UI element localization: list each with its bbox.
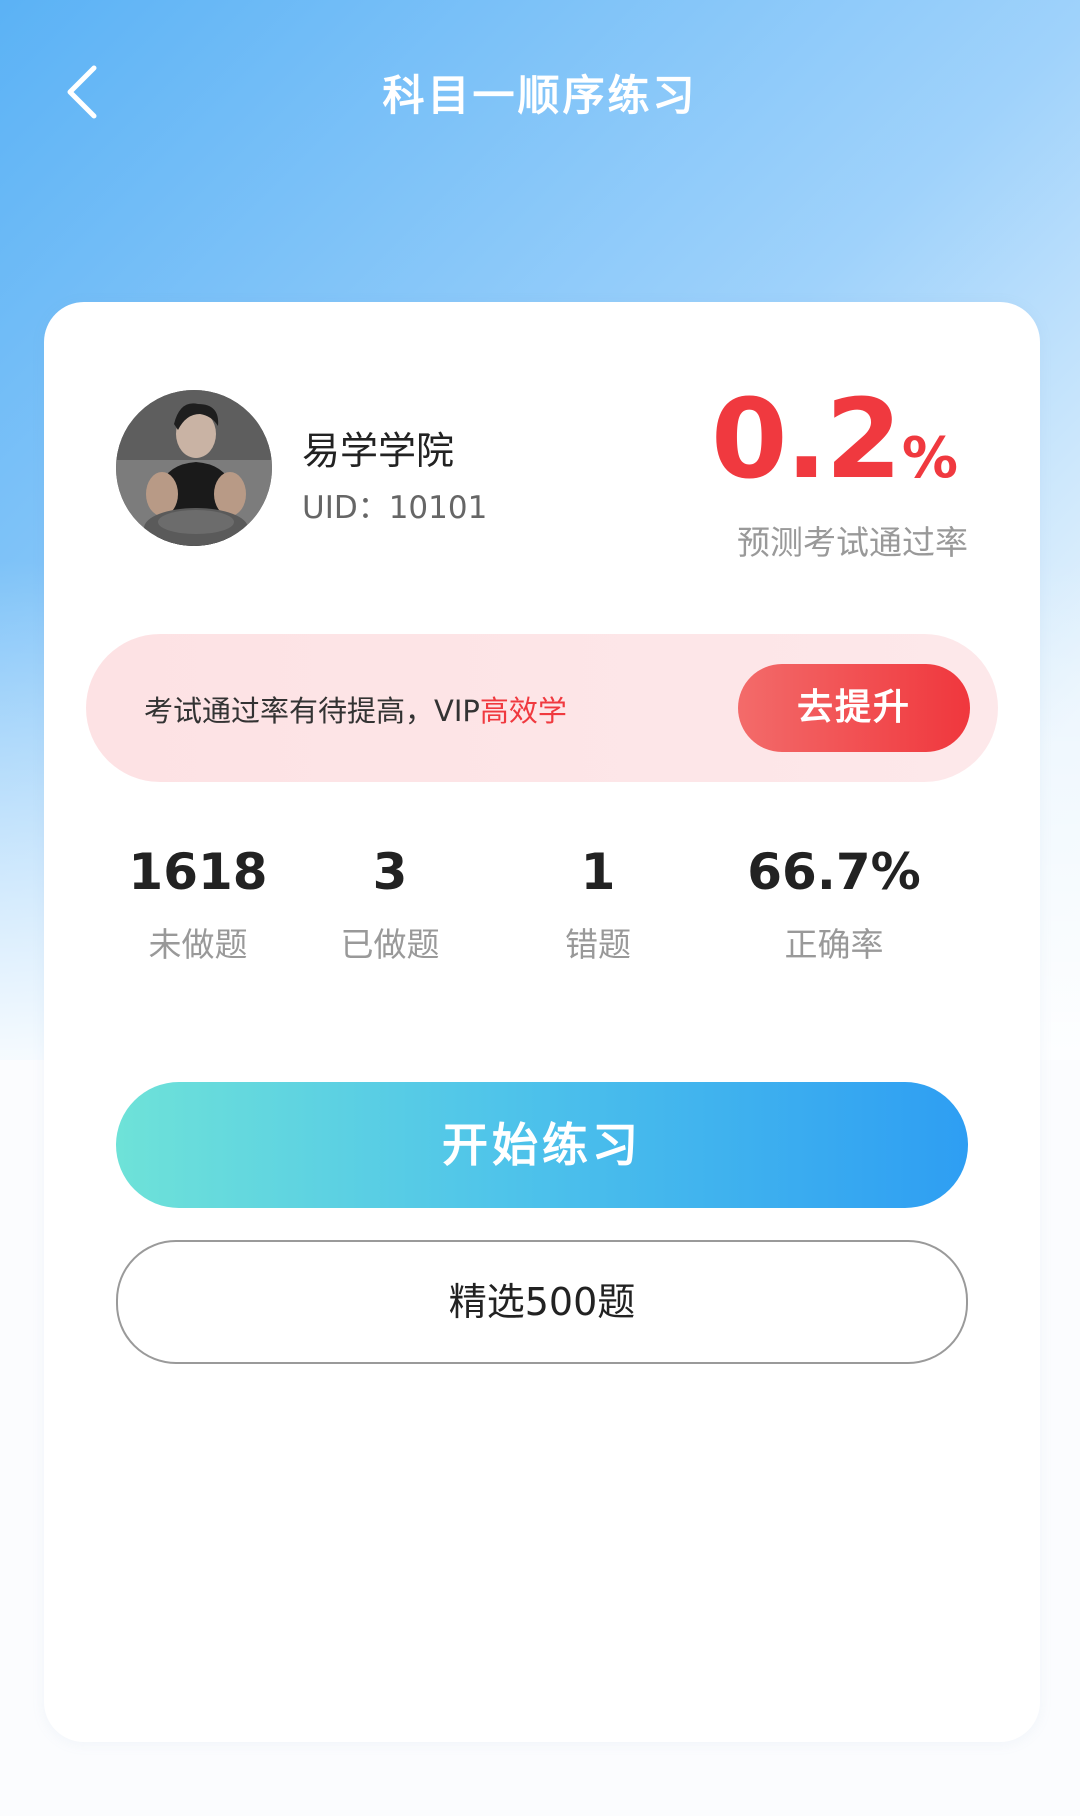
user-photo-icon — [116, 390, 272, 546]
user-uid: UID：10101 — [302, 490, 488, 526]
stat-label: 正确率 — [784, 925, 884, 964]
stat-value: 1618 — [128, 843, 268, 901]
start-practice-button[interactable]: 开始练习 — [116, 1082, 968, 1208]
stat-done[interactable]: 3 已做题 — [280, 840, 500, 966]
stat-value: 66.7% — [747, 843, 921, 901]
stat-label: 已做题 — [340, 925, 440, 964]
stat-value: 1 — [580, 843, 616, 901]
promo-text: 考试通过率有待提高，VIP高效学 — [144, 688, 567, 730]
stat-undone[interactable]: 1618 未做题 — [88, 840, 308, 966]
promo-highlight: 高效学 — [479, 694, 567, 728]
vip-promo-banner: 考试通过率有待提高，VIP高效学 去提升 — [86, 634, 998, 782]
stats-row: 1618 未做题 3 已做题 1 错题 66.7% 正确率 — [44, 840, 1040, 970]
pass-rate-unit: % — [901, 426, 958, 491]
header: 科目一顺序练习 — [0, 0, 1080, 190]
improve-button[interactable]: 去提升 — [738, 664, 970, 752]
selected-500-button[interactable]: 精选500题 — [116, 1240, 968, 1364]
stat-wrong[interactable]: 1 错题 — [488, 840, 708, 966]
stat-accuracy: 66.7% 正确率 — [724, 840, 944, 966]
stat-value: 3 — [372, 843, 408, 901]
stat-label: 未做题 — [148, 925, 248, 964]
stat-label: 错题 — [565, 925, 631, 964]
user-name: 易学学院 — [302, 429, 455, 473]
practice-card: 易学学院 UID：10101 0.2% 预测考试通过率 考试通过率有待提高，VI… — [44, 302, 1040, 1742]
pass-rate-label: 预测考试通过率 — [737, 523, 968, 562]
pass-rate: 0.2% — [711, 384, 958, 494]
page-title: 科目一顺序练习 — [382, 71, 698, 120]
promo-message: 考试通过率有待提高，VIP — [144, 694, 480, 728]
pass-rate-value: 0.2 — [711, 375, 902, 503]
avatar[interactable] — [116, 390, 272, 546]
